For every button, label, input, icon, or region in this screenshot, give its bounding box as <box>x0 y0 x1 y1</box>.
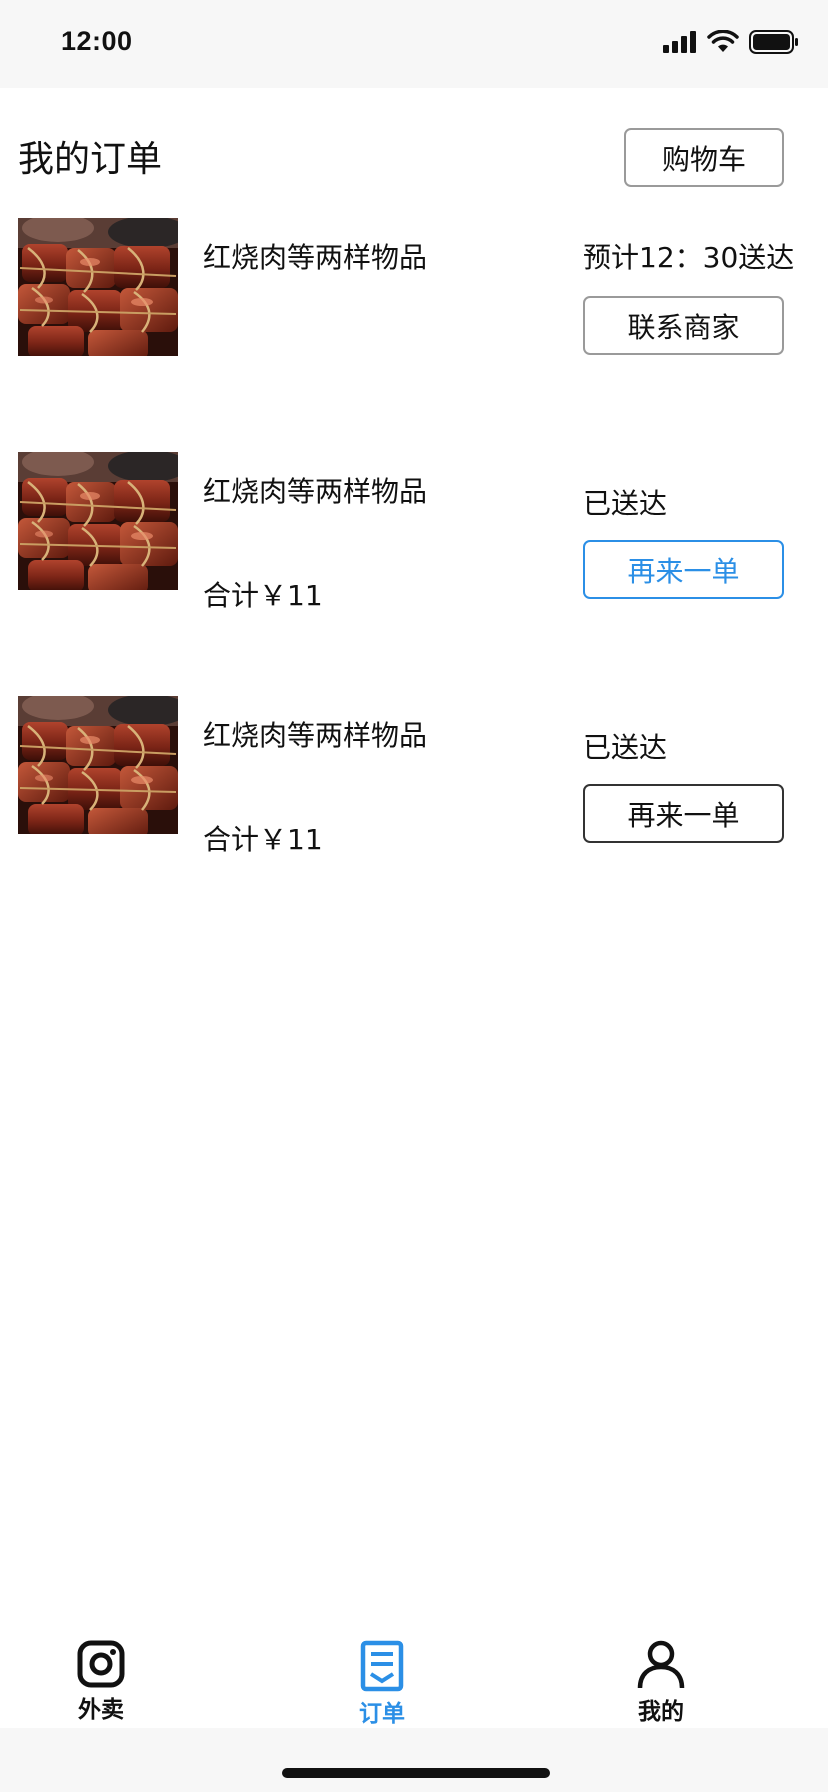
person-icon <box>637 1640 685 1689</box>
home-indicator[interactable] <box>282 1768 550 1778</box>
order-status: 预计12：30送达 <box>583 241 795 274</box>
order-receipt-icon <box>360 1640 404 1692</box>
food-thumbnail <box>18 218 178 356</box>
order-status: 已送达 <box>583 487 668 520</box>
order-item-name: 红烧肉等两样物品 <box>203 719 428 752</box>
food-thumbnail <box>18 696 178 834</box>
food-thumbnail <box>18 452 178 590</box>
order-item[interactable]: 红烧肉等两样物品 合计￥11 已送达 再来一单 <box>0 696 828 856</box>
contact-merchant-button[interactable]: 联系商家 <box>583 296 784 355</box>
status-icons <box>663 30 799 54</box>
tab-takeout[interactable]: 外卖 <box>41 1640 161 1724</box>
tab-orders[interactable]: 订单 <box>322 1640 442 1728</box>
order-status: 已送达 <box>583 731 668 764</box>
status-bar: 12:00 <box>0 0 828 88</box>
cart-button[interactable]: 购物车 <box>624 128 784 187</box>
home-indicator-area <box>0 1728 828 1792</box>
tab-label: 订单 <box>359 1701 405 1727</box>
tab-mine[interactable]: 我的 <box>601 1640 721 1726</box>
signal-icon <box>663 31 696 53</box>
reorder-button[interactable]: 再来一单 <box>583 784 784 843</box>
tab-bar: 外卖 订单 我的 <box>0 1620 828 1728</box>
battery-icon <box>749 30 798 54</box>
wifi-icon <box>707 30 739 52</box>
tab-label: 我的 <box>638 1699 684 1725</box>
page-title: 我的订单 <box>18 139 163 180</box>
reorder-button[interactable]: 再来一单 <box>583 540 784 599</box>
order-item-name: 红烧肉等两样物品 <box>203 475 428 508</box>
tab-label: 外卖 <box>78 1697 124 1723</box>
status-time: 12:00 <box>61 26 133 56</box>
order-item-name: 红烧肉等两样物品 <box>203 241 428 274</box>
order-total: 合计￥11 <box>203 579 323 612</box>
order-item[interactable]: 红烧肉等两样物品 合计￥11 已送达 再来一单 <box>0 452 828 612</box>
order-item[interactable]: 红烧肉等两样物品 预计12：30送达 联系商家 <box>0 218 828 378</box>
order-total: 合计￥11 <box>203 823 323 856</box>
instagram-camera-icon <box>77 1640 125 1688</box>
